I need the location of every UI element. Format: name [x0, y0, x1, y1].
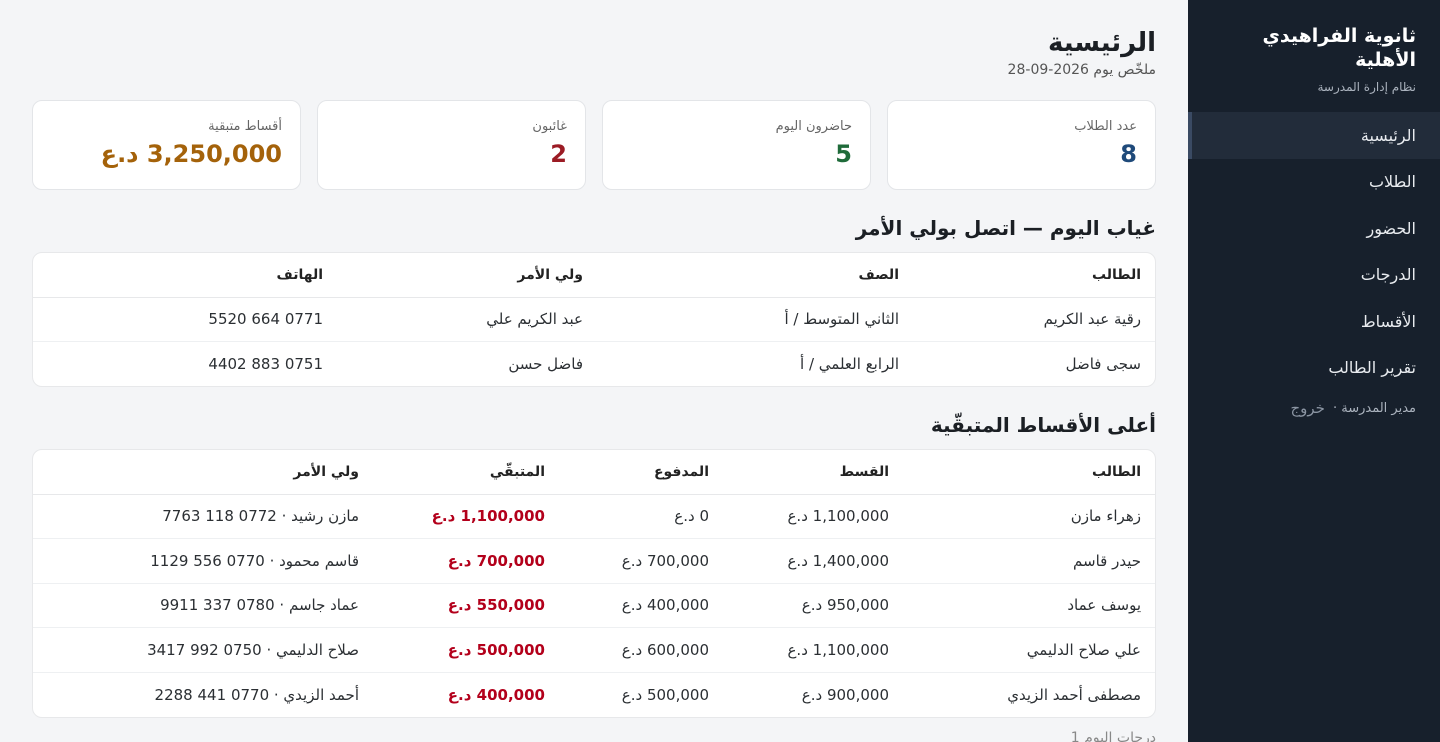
table-row: حيدر قاسم 1,400,000 د.ع 700,000 د.ع 700,…: [33, 538, 1155, 584]
cell-paid: 500,000 د.ع: [621, 685, 709, 704]
card-value: 3,250,000 د.ع: [100, 140, 282, 168]
cell-paid: 600,000 د.ع: [559, 627, 723, 673]
col-phone: الهاتف: [33, 253, 337, 298]
partial-next-section: درجات اليوم 1: [1070, 729, 1156, 742]
cell-installment: 1,100,000 د.ع: [723, 494, 903, 539]
fees-table: الطالب القسط المدفوع المتبقّي ولي الأمر …: [33, 450, 1155, 717]
card-present-today: حاضرون اليوم 5: [602, 100, 871, 190]
card-label: غائبون: [532, 119, 567, 134]
page-title: الرئيسية: [1047, 28, 1156, 58]
cell-student: يوسف عماد: [903, 583, 1155, 628]
absence-table-box: الطالب الصف ولي الأمر الهاتف رقية عبد ال…: [32, 252, 1156, 387]
user-role: مدير المدرسة ·: [1332, 400, 1416, 416]
col-guardian: ولي الأمر: [33, 450, 373, 495]
table-row: علي صلاح الدليمي 1,100,000 د.ع 600,000 د…: [33, 627, 1155, 673]
cell-class: الرابع العلمي / أ: [800, 355, 899, 373]
cell-installment: 1,400,000 د.ع: [723, 538, 903, 584]
sidebar: ثانوية الفراهيدي الأهلية نظام إدارة المد…: [1188, 0, 1440, 742]
sidebar-item-attendance[interactable]: الحضور: [1188, 205, 1440, 252]
sidebar-item-students[interactable]: الطلاب: [1188, 159, 1440, 206]
table-row: يوسف عماد 950,000 د.ع 400,000 د.ع 550,00…: [33, 583, 1155, 628]
fees-table-box: الطالب القسط المدفوع المتبقّي ولي الأمر …: [32, 449, 1156, 718]
cell-guardian: عبد الكريم علي: [337, 297, 597, 342]
card-value: 2: [550, 140, 567, 168]
table-row: سجى فاضل الرابع العلمي / أ فاضل حسن 0751…: [33, 342, 1155, 387]
sidebar-nav: الرئيسية الطلاب الحضور الدرجات الأقساط ت…: [1188, 112, 1440, 391]
col-student: الطالب: [913, 253, 1155, 298]
col-student: الطالب: [903, 450, 1155, 495]
cell-paid: 700,000 د.ع: [559, 538, 723, 584]
cell-student: علي صلاح الدليمي: [903, 627, 1155, 673]
col-class: الصف: [597, 253, 913, 298]
cell-student: زهراء مازن: [903, 494, 1155, 539]
col-paid: المدفوع: [559, 450, 723, 495]
card-value: 5: [835, 140, 852, 168]
page-subtitle: ملخّص يوم 2026-09-28: [1007, 62, 1156, 78]
cell-remaining: 550,000 د.ع: [373, 583, 559, 628]
table-row: رقية عبد الكريم الثاني المتوسط / أ عبد ا…: [33, 297, 1155, 342]
cell-installment: 950,000 د.ع: [723, 583, 903, 628]
card-value: 8: [1120, 140, 1137, 168]
cell-student: مصطفى أحمد الزيدي: [1007, 685, 1141, 704]
card-absent: غائبون 2: [317, 100, 586, 190]
absence-table: الطالب الصف ولي الأمر الهاتف رقية عبد ال…: [33, 253, 1155, 386]
fees-section-title: أعلى الأقساط المتبقّية: [930, 413, 1156, 437]
stat-cards: عدد الطلاب 8 حاضرون اليوم 5 غائبون 2 أقس…: [32, 100, 1156, 190]
sidebar-item-student-report[interactable]: تقرير الطالب: [1188, 345, 1440, 392]
cell-guardian: أحمد الزيدي · 0770 441 2288: [154, 685, 359, 704]
card-remaining-fees: أقساط متبقية 3,250,000 د.ع: [32, 100, 301, 190]
cell-student: رقية عبد الكريم: [913, 297, 1155, 342]
logout-link[interactable]: خروج: [1290, 399, 1324, 417]
card-label: أقساط متبقية: [208, 119, 282, 134]
card-label: حاضرون اليوم: [775, 119, 852, 134]
main-content: الرئيسية ملخّص يوم 2026-09-28 عدد الطلاب…: [0, 0, 1188, 742]
cell-student: حيدر قاسم: [903, 538, 1155, 584]
cell-paid: 400,000 د.ع: [559, 583, 723, 628]
table-header-row: الطالب الصف ولي الأمر الهاتف: [33, 253, 1155, 298]
cell-phone: 0771 664 5520: [33, 297, 337, 342]
system-subtitle: نظام إدارة المدرسة: [1317, 80, 1416, 94]
col-installment: القسط: [723, 450, 903, 495]
table-header-row: الطالب القسط المدفوع المتبقّي ولي الأمر: [33, 450, 1155, 495]
school-name: ثانوية الفراهيدي الأهلية: [1262, 25, 1416, 71]
cell-installment: 1,100,000 د.ع: [723, 627, 903, 673]
sidebar-footer: مدير المدرسة · خروج: [1188, 399, 1440, 417]
cell-remaining: 500,000 د.ع: [373, 627, 559, 673]
cell-paid: 0 د.ع: [559, 494, 723, 539]
sidebar-item-fees[interactable]: الأقساط: [1188, 298, 1440, 345]
card-students-count: عدد الطلاب 8: [887, 100, 1156, 190]
col-remaining: المتبقّي: [373, 450, 559, 495]
card-label: عدد الطلاب: [1074, 119, 1137, 134]
brand: ثانوية الفراهيدي الأهلية نظام إدارة المد…: [1188, 0, 1440, 94]
cell-guardian: قاسم محمود · 0770 556 1129: [33, 538, 373, 584]
col-guardian: ولي الأمر: [337, 253, 597, 298]
cell-remaining: 400,000 د.ع: [447, 685, 545, 704]
cell-student: سجى فاضل: [1065, 355, 1141, 373]
cell-installment: 900,000 د.ع: [801, 685, 889, 704]
sidebar-item-home[interactable]: الرئيسية: [1188, 112, 1440, 159]
cell-remaining: 1,100,000 د.ع: [373, 494, 559, 539]
cell-guardian: صلاح الدليمي · 0750 992 3417: [33, 627, 373, 673]
cell-guardian: فاضل حسن: [508, 355, 583, 373]
cell-guardian: مازن رشيد · 0772 118 7763: [33, 494, 373, 539]
table-row: زهراء مازن 1,100,000 د.ع 0 د.ع 1,100,000…: [33, 494, 1155, 539]
sidebar-item-grades[interactable]: الدرجات: [1188, 252, 1440, 299]
cell-remaining: 700,000 د.ع: [373, 538, 559, 584]
absence-section-title: غياب اليوم — اتصل بولي الأمر: [855, 216, 1156, 240]
cell-phone: 0751 883 4402: [208, 355, 323, 373]
cell-guardian: عماد جاسم · 0780 337 9911: [33, 583, 373, 628]
table-row: مصطفى أحمد الزيدي 900,000 د.ع 500,000 د.…: [33, 672, 1155, 717]
cell-class: الثاني المتوسط / أ: [597, 297, 913, 342]
